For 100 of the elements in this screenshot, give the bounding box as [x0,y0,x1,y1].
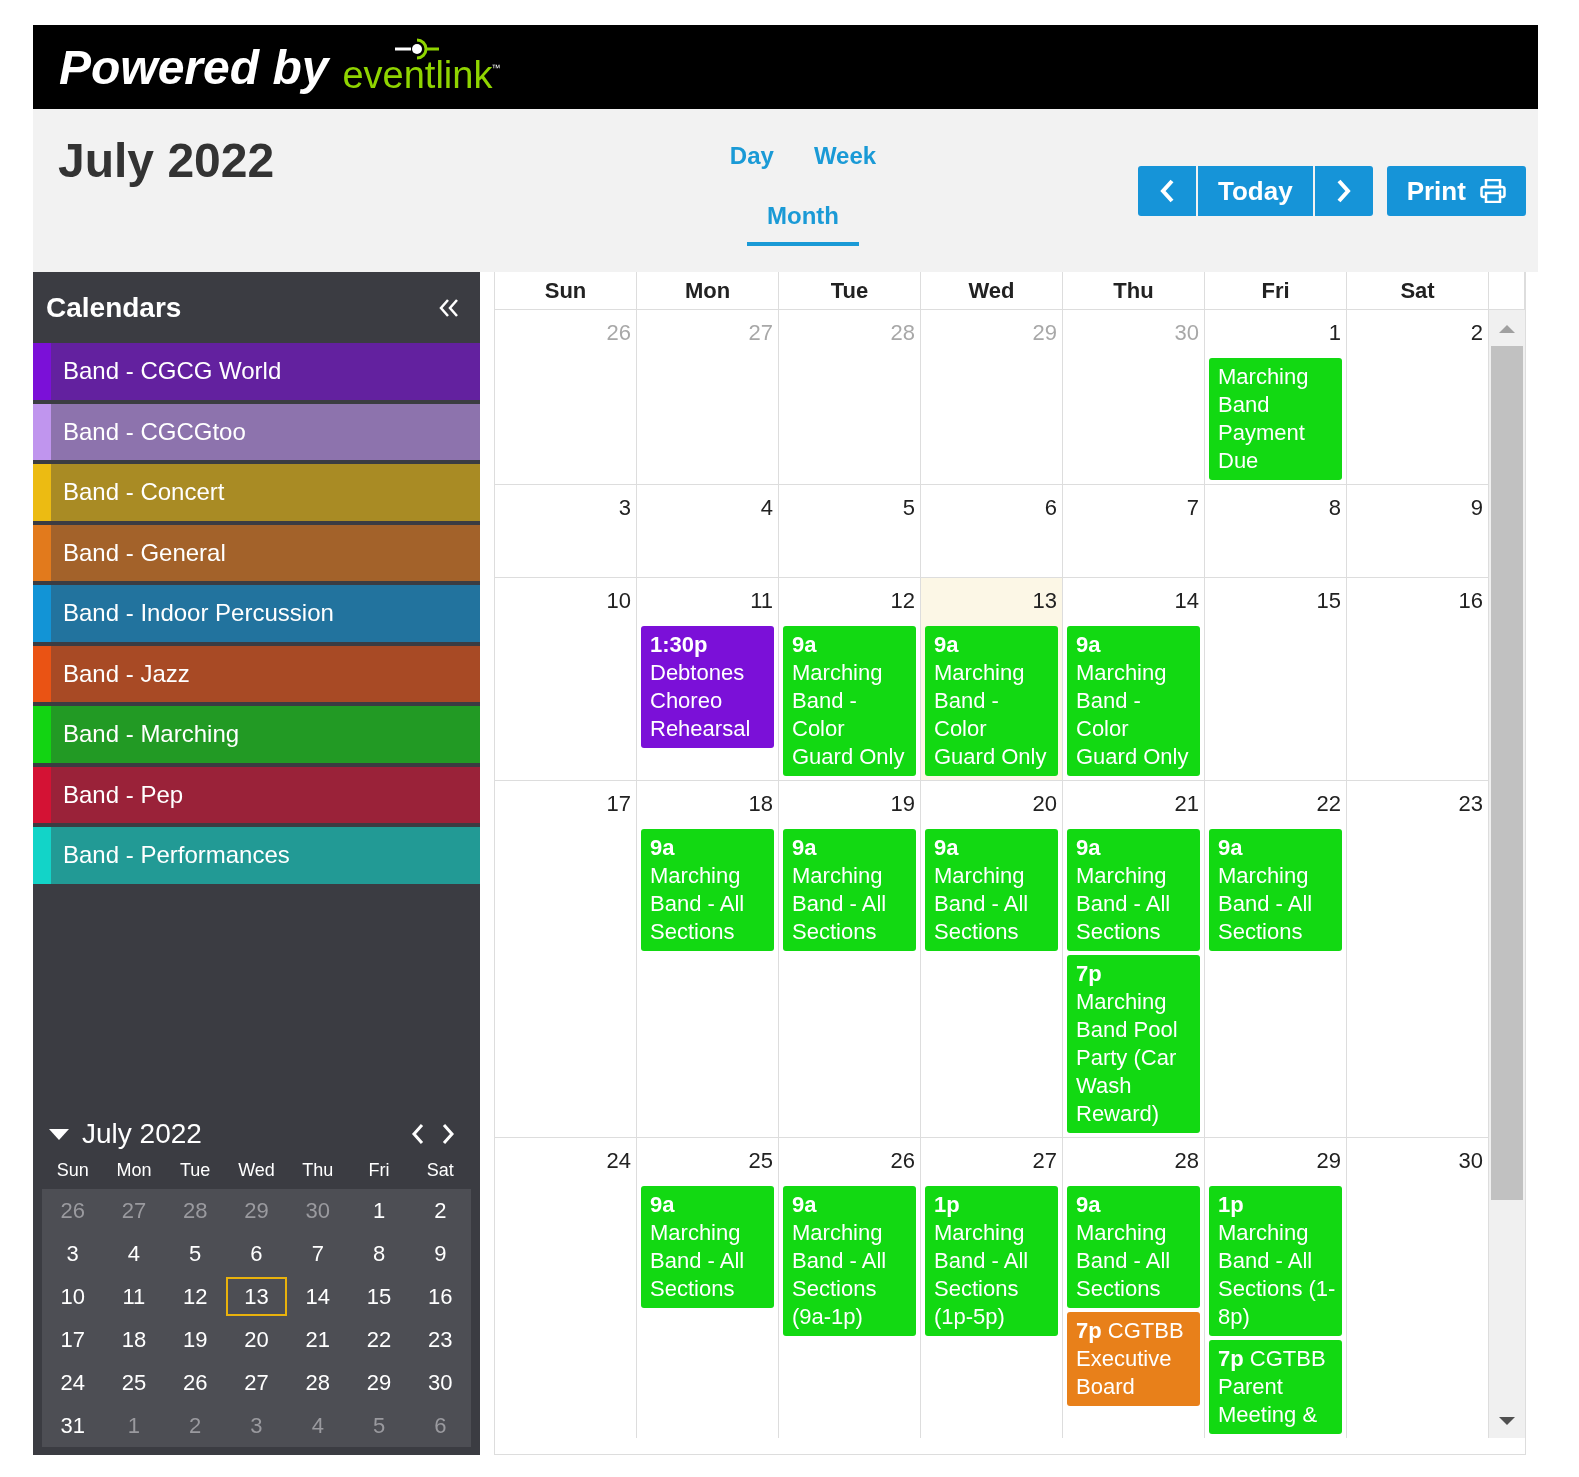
mini-calendar-day[interactable]: 11 [103,1277,165,1316]
view-tab[interactable]: Week [793,142,897,184]
day-number: 27 [1031,1147,1058,1175]
mini-calendar-day[interactable]: 2 [164,1406,226,1445]
day-number: 10 [605,587,632,615]
mini-calendar-day[interactable]: 28 [164,1191,226,1230]
mini-calendar-day[interactable]: 4 [287,1406,349,1445]
mini-calendar-day[interactable]: 3 [225,1406,288,1445]
chevron-right-icon [1335,179,1352,203]
day-number: 30 [1457,1147,1484,1175]
mini-calendar-day[interactable]: 2 [409,1191,471,1230]
calendar-item[interactable]: Band - Concert [33,464,480,521]
mini-calendar-day[interactable]: 1 [103,1406,165,1445]
event-chip[interactable]: 7p CGTBB Executive Board [1067,1312,1200,1406]
day-number: 16 [1457,587,1484,615]
day-number: 9 [1469,494,1484,522]
mini-calendar-title: July 2022 [82,1118,203,1150]
day-number: 8 [1327,494,1342,522]
mini-calendar-day[interactable]: 20 [225,1320,288,1359]
day-number: 29 [1031,319,1058,347]
day-number: 28 [1173,1147,1200,1175]
calendar-item[interactable]: Band - CGCGtoo [33,403,480,460]
day-number: 15 [1315,587,1342,615]
mini-calendar-day[interactable]: 16 [409,1277,471,1316]
weekday-header: Fri [1205,272,1347,309]
mini-calendar-day[interactable]: 25 [103,1363,165,1402]
logo-icon [393,37,442,61]
caret-down-icon[interactable] [48,1127,70,1141]
mini-calendar-day[interactable]: 30 [287,1191,349,1230]
day-number: 13 [1031,587,1058,615]
day-number: 17 [605,790,632,818]
mini-calendar-day[interactable]: 5 [348,1406,410,1445]
mini-calendar-day[interactable]: 29 [348,1363,410,1402]
calendar-item[interactable]: Band - Pep [33,766,480,823]
mini-calendar-day[interactable]: 1 [348,1191,410,1230]
mini-calendar-day[interactable]: 31 [42,1406,104,1445]
chevron-left-icon [1159,179,1175,203]
day-number: 24 [605,1147,632,1175]
view-tab[interactable]: Day [709,142,794,184]
calendar-item[interactable]: Band - Performances [33,827,480,884]
day-number: 29 [1315,1147,1342,1175]
mini-calendar-day[interactable]: 27 [103,1191,165,1230]
mini-calendar-day[interactable]: 3 [42,1234,104,1273]
mini-calendar-day[interactable]: 18 [103,1320,165,1359]
calendar-item[interactable]: Band - Marching [33,706,480,763]
sidebar-title: Calendars [46,291,182,324]
mini-calendar-day[interactable]: 6 [225,1234,288,1273]
calendar-item[interactable]: Band - Indoor Percussion [33,585,480,642]
weekday-label: Wed [237,1159,276,1182]
calendar-item[interactable]: Band - CGCG World [33,343,480,400]
mini-calendar-day[interactable]: 5 [164,1234,226,1273]
powered-by-text: Powered by [59,39,329,95]
mini-calendar-day[interactable]: 22 [348,1320,410,1359]
chevron-left-icon [411,1123,425,1145]
calendar-item[interactable]: Band - Jazz [33,645,480,702]
mini-calendar-day[interactable]: 30 [409,1363,471,1402]
weekday-header: Tue [779,272,921,309]
view-tab[interactable]: Month [747,202,859,246]
previous-button[interactable] [1138,166,1196,216]
mini-calendar-day[interactable]: 17 [42,1320,104,1359]
weekday-header: Thu [1063,272,1205,309]
mini-calendar-day[interactable]: 21 [287,1320,349,1359]
mini-calendar-day[interactable]: 4 [103,1234,165,1273]
next-button[interactable] [1314,166,1373,216]
scrollbar-thumb[interactable] [1491,346,1523,1200]
mini-calendar-day[interactable]: 15 [348,1277,410,1316]
today-button[interactable]: Today [1198,166,1313,216]
mini-calendar-day[interactable]: 8 [348,1234,410,1273]
scroll-down-arrow-icon [1498,1416,1516,1426]
mini-calendar-day[interactable]: 29 [225,1191,288,1230]
day-number: 21 [1173,790,1200,818]
day-number: 30 [1173,319,1200,347]
event-chip[interactable]: 1:30p Debtones Choreo Rehearsal [641,626,774,748]
mini-calendar-day[interactable]: 14 [287,1277,349,1316]
calendar-item[interactable]: Band - General [33,524,480,581]
mini-calendar-day[interactable]: 26 [42,1191,104,1230]
print-button[interactable]: Print [1386,166,1526,216]
day-number: 7 [1185,494,1200,522]
mini-calendar-day[interactable]: 19 [164,1320,226,1359]
day-number: 12 [889,587,916,615]
mini-calendar-day[interactable]: 7 [287,1234,349,1273]
scroll-up-arrow-icon [1498,324,1516,334]
weekday-label: Thu [301,1159,335,1182]
mini-calendar-day[interactable]: 28 [287,1363,349,1402]
mini-calendar-day[interactable]: 9 [409,1234,471,1273]
mini-calendar-day[interactable]: 6 [409,1406,471,1445]
mini-calendar-day[interactable]: 26 [164,1363,226,1402]
mini-calendar-day[interactable]: 23 [409,1320,471,1359]
scrollbar[interactable] [1489,310,1525,1438]
day-number: 26 [605,319,632,347]
mini-calendar-day[interactable]: 13 [225,1277,288,1316]
day-number: 22 [1315,790,1342,818]
weekday-header: Wed [921,272,1063,309]
mini-calendar-day[interactable]: 10 [42,1277,104,1316]
day-number: 2 [1469,319,1484,347]
day-number: 18 [747,790,774,818]
mini-calendar-day[interactable]: 12 [164,1277,226,1316]
mini-calendar-day[interactable]: 27 [225,1363,288,1402]
mini-calendar-day[interactable]: 24 [42,1363,104,1402]
brand-name: eventlink [342,57,493,93]
